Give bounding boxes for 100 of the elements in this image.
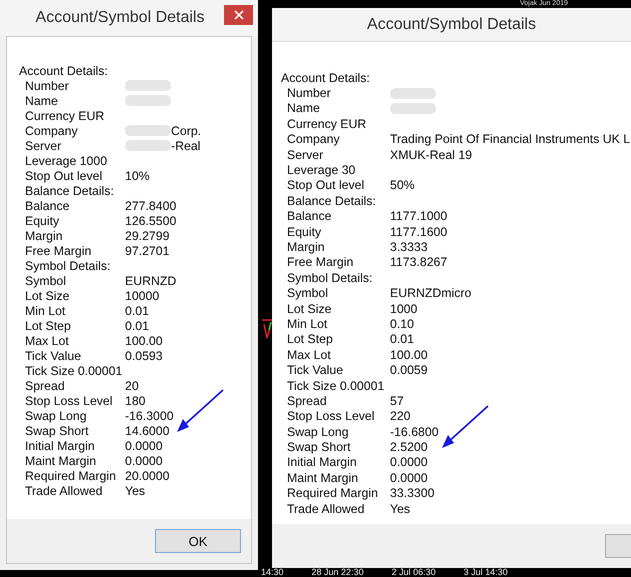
detail-value: 0.0059 — [390, 363, 428, 378]
detail-value: Yes — [125, 484, 146, 498]
detail-value: -16.6800 — [390, 424, 439, 439]
window-title: Account/Symbol Details — [36, 9, 204, 27]
detail-value: Yes — [390, 502, 410, 516]
detail-text: Currency EUR — [286, 116, 366, 131]
detail-value: 100.00 — [390, 348, 428, 362]
detail-value: 3.3333 — [390, 240, 428, 254]
detail-label: Trade Allowed — [24, 484, 104, 498]
detail-value: 1173.8267 — [390, 255, 448, 270]
detail-value: EURNZD — [125, 274, 176, 288]
section-heading: Balance Details: — [24, 184, 114, 198]
detail-label: Symbol — [286, 286, 330, 300]
section-heading: Account Details: — [19, 64, 108, 78]
detail-label: Number — [286, 86, 332, 100]
detail-label: Tick Value — [286, 363, 344, 378]
detail-value: 57 — [390, 394, 404, 408]
detail-label: Swap Long — [286, 424, 350, 439]
detail-value: 0.0000 — [390, 455, 428, 470]
detail-label: Required Margin — [24, 468, 117, 482]
detail-label: Maint Margin — [286, 470, 360, 485]
detail-value: 0.0000 — [125, 438, 163, 452]
detail-label: Min Lot — [24, 304, 66, 318]
detail-label: Lot Step — [24, 318, 72, 332]
detail-value: 20 — [125, 378, 139, 392]
detail-value: 220 — [390, 409, 411, 424]
detail-text: Leverage 1000 — [24, 154, 108, 168]
detail-value: XMUK-Real 19 — [390, 148, 472, 162]
detail-value: 0.0000 — [125, 454, 163, 468]
detail-label: Max Lot — [286, 348, 332, 362]
detail-value: 100.00 — [125, 334, 163, 348]
detail-value: 277.8400 — [125, 198, 176, 212]
detail-value: 50% — [390, 178, 415, 192]
detail-label: Number — [24, 78, 70, 92]
detail-label: Swap Short — [286, 440, 352, 454]
detail-value: 33.3300 — [390, 486, 434, 500]
detail-label: Trade Allowed — [286, 502, 366, 516]
detail-label: Company — [286, 132, 341, 146]
detail-value: EURNZDmicro — [390, 286, 472, 300]
detail-label: Company — [24, 124, 79, 138]
section-heading: Symbol Details: — [24, 258, 110, 272]
detail-value: 0.01 — [125, 318, 149, 332]
close-button[interactable] — [224, 5, 253, 25]
detail-value: 97.2701 — [125, 244, 170, 258]
detail-text: Tick Size 0.00001 — [286, 378, 384, 392]
detail-label: Lot Size — [24, 288, 70, 302]
axis-label: 28 Jun 22:30 — [312, 567, 364, 577]
detail-value: 29.2799 — [125, 228, 170, 242]
detail-label: Symbol — [24, 274, 68, 288]
detail-label: Required Margin — [286, 486, 379, 500]
detail-label: Balance — [24, 198, 70, 212]
detail-value: 14.6000 — [125, 424, 170, 438]
detail-value: 126.5500 — [125, 214, 176, 228]
detail-label: Stop Out level — [24, 168, 104, 182]
detail-label: Balance — [286, 209, 332, 224]
detail-label: Max Lot — [24, 334, 70, 348]
detail-label: Server — [286, 148, 324, 162]
detail-value: 0.01 — [390, 332, 414, 346]
detail-value: 1000 — [390, 302, 418, 316]
detail-label: Min Lot — [286, 316, 328, 331]
detail-label: Initial Margin — [286, 455, 358, 470]
detail-value: 1177.1600 — [390, 224, 448, 239]
detail-label: Equity — [286, 224, 322, 239]
detail-value: 0.01 — [125, 304, 149, 318]
detail-label: Stop Loss Level — [286, 409, 376, 424]
axis-label: 3 Jul 14:30 — [464, 567, 508, 577]
detail-label: Name — [24, 94, 59, 108]
detail-label: Name — [286, 101, 321, 116]
detail-value: -Real — [171, 138, 200, 152]
detail-value: 10000 — [125, 288, 160, 302]
axis-label: 14:30 — [261, 567, 284, 577]
detail-value: Corp. — [171, 124, 202, 138]
detail-value: 0.0000 — [390, 470, 428, 485]
detail-label: Spread — [286, 394, 328, 408]
detail-label: Swap Short — [24, 424, 90, 438]
detail-label: Server — [24, 138, 62, 152]
detail-value: 0.0593 — [125, 348, 163, 362]
close-icon — [234, 10, 244, 20]
detail-label: Free Margin — [24, 244, 92, 258]
detail-value: 1177.1000 — [390, 209, 448, 224]
ok-button[interactable]: OK — [155, 529, 241, 553]
detail-text: Leverage 30 — [286, 163, 356, 178]
detail-value: Trading Point Of Financial Instruments UK L — [390, 132, 630, 146]
detail-label: Lot Step — [286, 332, 334, 346]
detail-text: Currency EUR — [24, 108, 104, 122]
detail-value: 0.10 — [390, 316, 414, 331]
detail-label: Equity — [24, 214, 60, 228]
detail-value: 20.0000 — [125, 468, 170, 482]
detail-label: Swap Long — [24, 408, 88, 422]
detail-value: 10% — [125, 168, 150, 182]
detail-label: Stop Loss Level — [24, 394, 114, 408]
window-title: Account/Symbol Details — [367, 16, 536, 34]
detail-text: Tick Size 0.00001 — [24, 364, 122, 378]
detail-label: Initial Margin — [24, 438, 96, 452]
detail-label: Spread — [24, 378, 66, 392]
section-heading: Account Details: — [281, 70, 370, 85]
detail-label: Stop Out level — [286, 178, 366, 192]
axis-label: 2 Jul 06:30 — [392, 567, 436, 577]
detail-value: 180 — [125, 394, 146, 408]
section-heading: Symbol Details: — [286, 270, 372, 285]
